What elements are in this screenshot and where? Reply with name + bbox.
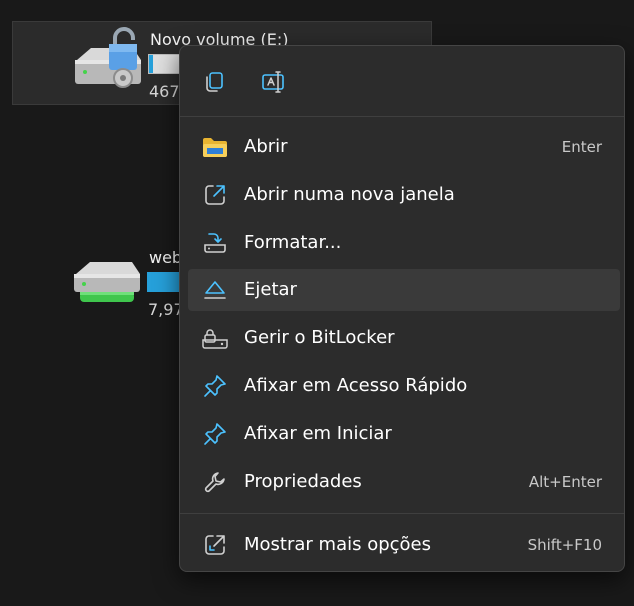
menu-item-label: Afixar em Iniciar [244,423,392,444]
menu-item-open-new-window[interactable]: Abrir numa nova janela [188,174,620,216]
menu-item-pin-start[interactable]: Afixar em Iniciar [188,413,620,455]
menu-item-label: Afixar em Acesso Rápido [244,375,468,396]
format-icon [204,233,226,253]
menu-item-label: Propriedades [244,471,362,492]
pin-icon [204,375,226,397]
menu-item-label: Gerir o BitLocker [244,327,395,348]
eject-icon [204,281,226,299]
menu-item-label: Mostrar mais opções [244,534,431,555]
copy-icon [206,72,223,92]
drive-name: web [149,248,183,267]
pin-start-icon [204,423,226,445]
menu-item-label: Formatar... [244,232,342,253]
menu-item-shortcut: Shift+F10 [527,536,602,554]
usb-drive-icon [74,262,140,302]
menu-item-shortcut: Alt+Enter [528,473,602,491]
folder-icon [203,138,227,157]
menu-item-shortcut: Enter [561,138,602,156]
open-new-window-icon [205,185,225,205]
menu-item-bitlocker[interactable]: Gerir o BitLocker [188,317,620,359]
copy-button[interactable] [196,66,232,98]
rename-icon [262,71,284,93]
menu-item-open[interactable]: Abrir Enter [188,126,620,168]
menu-toolbar [180,46,624,116]
drive-usage-fill [149,55,153,73]
menu-item-label: Ejetar [244,279,297,300]
locked-drive-icon [75,27,141,88]
more-options-icon [205,535,225,555]
menu-item-eject[interactable]: Ejetar [188,269,620,311]
context-menu: Abrir Enter Abrir numa nova janela Forma… [179,45,625,572]
menu-item-label: Abrir numa nova janela [244,184,455,205]
explorer-window: Novo volume (E:) 467 web 7,97 Abrir Ente… [0,0,634,606]
rename-button[interactable] [256,66,292,98]
menu-separator [180,116,624,117]
menu-item-properties[interactable]: Propriedades Alt+Enter [188,461,620,503]
menu-item-more-options[interactable]: Mostrar mais opções Shift+F10 [188,524,620,566]
menu-item-format[interactable]: Formatar... [188,222,620,264]
menu-separator [180,513,624,514]
wrench-icon [204,472,225,493]
menu-item-pin-quick-access[interactable]: Afixar em Acesso Rápido [188,365,620,407]
menu-item-label: Abrir [244,136,288,157]
bitlocker-icon [202,329,228,349]
drive-size-text: 467 [149,82,180,101]
